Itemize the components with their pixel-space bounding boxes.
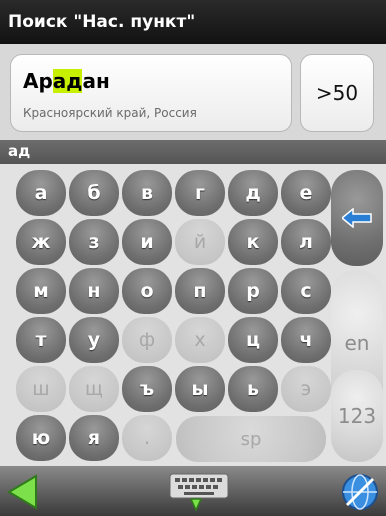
numeric-key[interactable]: 123 — [331, 370, 383, 462]
key-с[interactable]: с — [281, 268, 331, 314]
search-result-item[interactable]: Арадан Красноярский край, Россия — [10, 54, 292, 132]
key-ь[interactable]: ь — [228, 366, 278, 412]
key-ы[interactable]: ы — [175, 366, 225, 412]
language-key-label: en — [344, 331, 370, 355]
back-triangle-icon[interactable] — [6, 474, 40, 510]
key-л[interactable]: л — [281, 219, 331, 265]
backspace-arrow-icon — [342, 208, 372, 228]
result-panel: Арадан Красноярский край, Россия >50 — [0, 44, 386, 140]
key-ю[interactable]: ю — [16, 415, 66, 461]
page-title: Поиск "Нас. пункт" — [8, 12, 196, 32]
key-ц[interactable]: ц — [228, 317, 278, 363]
key-т[interactable]: т — [16, 317, 66, 363]
result-name-suffix: ан — [82, 69, 110, 93]
key-х[interactable]: х — [175, 317, 225, 363]
space-key[interactable]: sp — [176, 416, 326, 462]
results-count: >50 — [315, 81, 359, 105]
key-д[interactable]: д — [228, 170, 278, 216]
key-я[interactable]: я — [69, 415, 119, 461]
key-э[interactable]: э — [281, 366, 331, 412]
query-text: ад — [8, 142, 31, 160]
key-а[interactable]: а — [16, 170, 66, 216]
key-ъ[interactable]: ъ — [122, 366, 172, 412]
space-key-label: sp — [240, 428, 262, 450]
key-к[interactable]: к — [228, 219, 278, 265]
key-ч[interactable]: ч — [281, 317, 331, 363]
key-й[interactable]: й — [175, 219, 225, 265]
key-е[interactable]: е — [281, 170, 331, 216]
key-щ[interactable]: щ — [69, 366, 119, 412]
result-name-prefix: Ар — [23, 69, 53, 93]
result-name: Арадан — [23, 69, 110, 93]
title-bar: Поиск "Нас. пункт" — [0, 0, 386, 44]
keyboard-icon[interactable] — [168, 472, 230, 512]
key-б[interactable]: б — [69, 170, 119, 216]
result-name-match: ад — [52, 69, 83, 93]
numeric-key-label: 123 — [337, 404, 377, 428]
key-.[interactable]: . — [122, 415, 172, 461]
result-region: Красноярский край, Россия — [23, 106, 197, 120]
key-з[interactable]: з — [69, 219, 119, 265]
key-ж[interactable]: ж — [16, 219, 66, 265]
key-п[interactable]: п — [175, 268, 225, 314]
query-field[interactable]: ад — [0, 140, 386, 164]
key-н[interactable]: н — [69, 268, 119, 314]
globe-icon[interactable] — [340, 472, 380, 512]
results-count-button[interactable]: >50 — [300, 54, 374, 132]
key-и[interactable]: и — [122, 219, 172, 265]
key-у[interactable]: у — [69, 317, 119, 363]
key-в[interactable]: в — [122, 170, 172, 216]
key-м[interactable]: м — [16, 268, 66, 314]
bottom-toolbar — [0, 466, 386, 516]
on-screen-keyboard: en 123 sp абвгде жзийкл мнопрс туфхцч шщъыьэ… — [0, 164, 386, 466]
key-р[interactable]: р — [228, 268, 278, 314]
key-ф[interactable]: ф — [122, 317, 172, 363]
key-ш[interactable]: ш — [16, 366, 66, 412]
key-г[interactable]: г — [175, 170, 225, 216]
backspace-key[interactable] — [331, 170, 383, 266]
key-о[interactable]: о — [122, 268, 172, 314]
